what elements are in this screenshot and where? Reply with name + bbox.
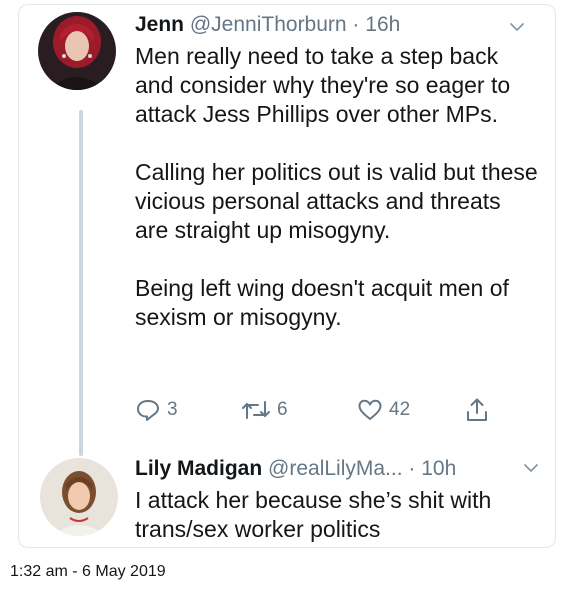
tweet-1-handle[interactable]: @JenniThorburn	[190, 13, 347, 36]
tweet-2-display-name[interactable]: Lily Madigan	[135, 457, 262, 480]
share-icon	[467, 398, 487, 421]
tweet-1-time[interactable]: 16h	[365, 13, 400, 36]
heart-icon	[358, 399, 382, 420]
tweet-1-header: Jenn @JenniThorburn · 16h	[135, 12, 400, 38]
reply-icon	[137, 400, 159, 421]
tweet-1-paragraph-3: Being left wing doesn't acquit men of se…	[135, 275, 509, 330]
retweet-button[interactable]: 6	[241, 392, 288, 428]
avatar-jenn[interactable]	[38, 12, 116, 90]
like-count: 42	[389, 399, 411, 420]
tweet-2-text: I attack her because she’s shit with tra…	[135, 486, 540, 544]
tweet-2-handle[interactable]: @realLilyMa...	[268, 457, 403, 480]
thread-connector-line	[79, 110, 83, 456]
avatar-jenn-image	[38, 12, 116, 90]
retweet-icon	[242, 401, 270, 419]
avatar-lily-madigan-image	[40, 458, 118, 536]
tweet-1-paragraph-1: Men really need to take a step back and …	[135, 43, 511, 127]
tweet-2-time[interactable]: 10h	[421, 457, 456, 480]
tweet-timestamp: 1:32 am - 6 May 2019	[10, 563, 166, 580]
tweet-2-paragraph-1: I attack her because she’s shit with tra…	[135, 487, 492, 542]
reply-count: 3	[167, 399, 178, 420]
tweet-2-header: Lily Madigan @realLilyMa... · 10h	[135, 456, 456, 482]
tweet-1-display-name[interactable]: Jenn	[135, 13, 184, 36]
chevron-down-icon[interactable]	[523, 463, 539, 473]
retweet-count: 6	[277, 399, 288, 420]
reply-button[interactable]: 3	[135, 392, 178, 428]
tweet-1-actions: 3 6 42	[135, 392, 515, 428]
avatar-lily-madigan[interactable]	[40, 458, 118, 536]
tweet-1-separator: ·	[346, 13, 366, 36]
tweet-1-text: Men really need to take a step back and …	[135, 42, 540, 332]
tweet-2-separator: ·	[402, 457, 422, 480]
share-button[interactable]	[465, 392, 489, 428]
tweet-1-paragraph-2: Calling her politics out is valid but th…	[135, 159, 538, 243]
like-button[interactable]: 42	[357, 392, 410, 428]
chevron-down-icon[interactable]	[509, 22, 525, 32]
